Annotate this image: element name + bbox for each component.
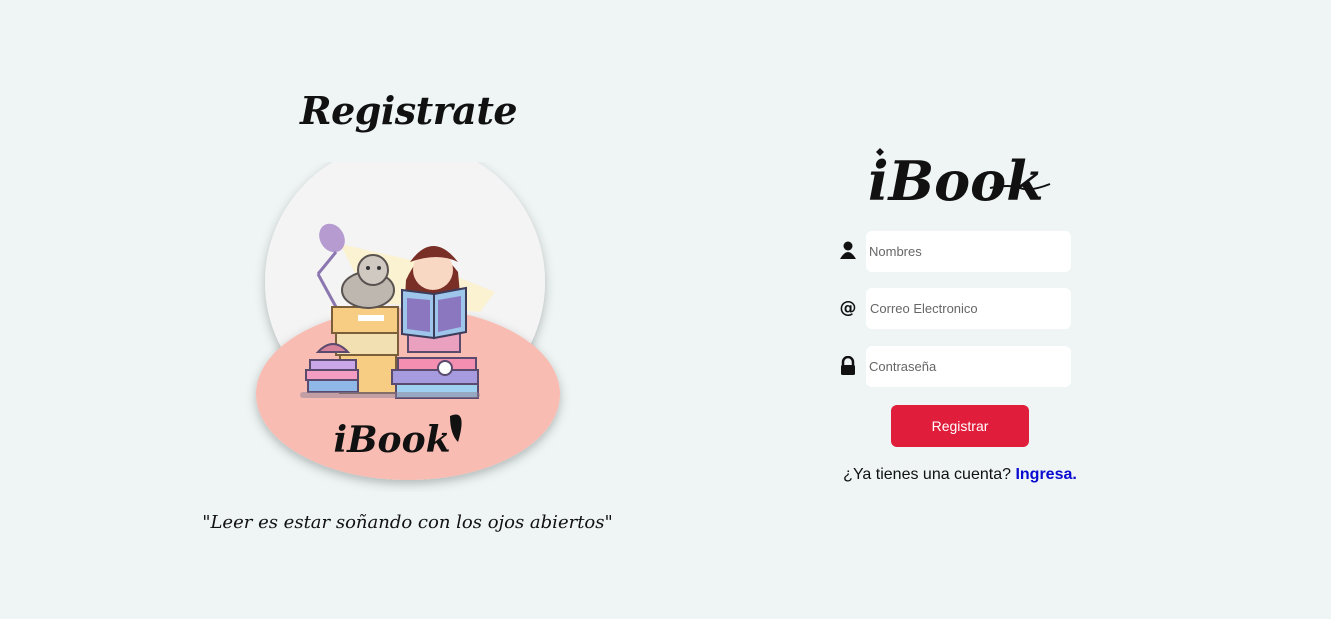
logo-text: iBook [868, 149, 1044, 213]
reading-quote: "Leer es estar soñando con los ojos abie… [202, 512, 613, 533]
illustration-logo-text: iBook [333, 419, 450, 461]
login-prompt-line: ¿Ya tienes una cuenta? Ingresa. [820, 466, 1100, 484]
lock-icon [841, 356, 855, 375]
register-page: Registrate iBook "Leer es estar soñando … [0, 0, 1331, 619]
register-button[interactable]: Registrar [891, 405, 1029, 447]
login-link[interactable]: Ingresa. [1015, 466, 1076, 483]
password-input[interactable] [866, 346, 1071, 387]
page-heading: Registrate [300, 88, 518, 133]
login-prompt-text: ¿Ya tienes una cuenta? [843, 466, 1011, 483]
at-sign-icon: @ [839, 298, 857, 318]
ibook-logo: iBook [868, 148, 1051, 213]
name-input[interactable] [866, 231, 1071, 272]
reading-girl-illustration: iBook [256, 162, 560, 480]
email-input[interactable] [866, 288, 1071, 329]
user-icon [840, 241, 856, 259]
